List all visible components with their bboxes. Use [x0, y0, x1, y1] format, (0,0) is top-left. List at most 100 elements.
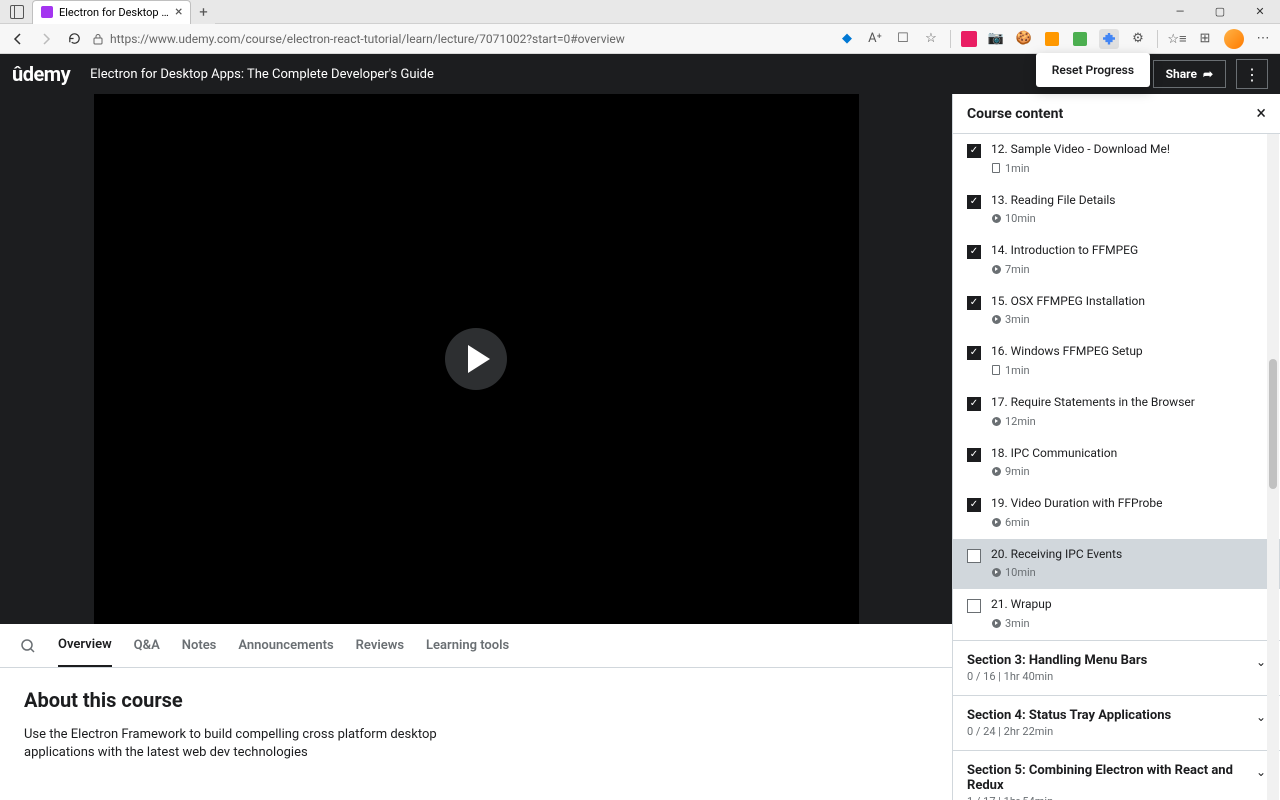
maximize-button[interactable]: ▢ — [1200, 0, 1240, 24]
tab-close-icon[interactable]: × — [175, 4, 182, 20]
refresh-button[interactable] — [64, 29, 84, 49]
lecture-checkbox[interactable] — [967, 599, 981, 613]
lecture-duration: 12min — [1005, 415, 1036, 428]
chevron-down-icon: ⌄ — [1256, 710, 1266, 724]
forward-button[interactable] — [36, 29, 56, 49]
lecture-item[interactable]: 16. Windows FFMPEG Setup 1min — [953, 336, 1280, 387]
sidebar-scrollbar[interactable] — [1267, 134, 1279, 800]
sidebar-toggle-icon[interactable] — [8, 3, 26, 21]
back-button[interactable] — [8, 29, 28, 49]
video-player[interactable] — [94, 94, 859, 624]
udemy-logo[interactable]: ûdemy — [12, 62, 70, 86]
lecture-checkbox[interactable] — [967, 296, 981, 310]
lecture-item[interactable]: 15. OSX FFMPEG Installation 3min — [953, 286, 1280, 337]
lecture-meta: 10min — [991, 566, 1266, 579]
chevron-down-icon: ⌄ — [1256, 655, 1266, 669]
lecture-item[interactable]: 18. IPC Communication9min — [953, 438, 1280, 489]
lecture-title: 19. Video Duration with FFProbe — [991, 496, 1266, 512]
lecture-title: 15. OSX FFMPEG Installation — [991, 294, 1266, 310]
video-icon — [991, 618, 1001, 628]
more-options-button[interactable]: ⋮ — [1236, 59, 1268, 89]
lecture-item[interactable]: 21. Wrapup3min — [953, 589, 1280, 640]
reset-progress-popup[interactable]: Reset Progress — [1036, 53, 1150, 87]
video-icon — [991, 416, 1001, 426]
lecture-item[interactable]: 12. Sample Video - Download Me!1min — [953, 134, 1280, 185]
section-title: Section 5: Combining Electron with React… — [967, 763, 1256, 793]
chevron-down-icon: ⌄ — [1256, 765, 1266, 779]
about-description: Use the Electron Framework to build comp… — [24, 726, 444, 762]
shopping-tag-icon[interactable]: ◆ — [838, 30, 856, 48]
browser-tab[interactable]: Electron for Desktop Apps: The C × — [32, 0, 191, 24]
extension-3-icon[interactable]: 🍪 — [1015, 30, 1033, 48]
favorites-bar-icon[interactable]: ☆≡ — [1168, 30, 1186, 48]
play-button[interactable] — [445, 328, 507, 390]
udemy-header: ûdemy Electron for Desktop Apps: The Com… — [0, 54, 1280, 94]
translate-icon[interactable]: ☐ — [894, 30, 912, 48]
lecture-duration: 3min — [1005, 313, 1030, 326]
extensions-button[interactable] — [1099, 29, 1119, 49]
video-icon — [991, 264, 1001, 274]
udemy-favicon-icon — [41, 6, 53, 18]
close-window-button[interactable]: ✕ — [1240, 0, 1280, 24]
tab-announcements[interactable]: Announcements — [238, 624, 333, 667]
lecture-duration: 1min — [1005, 162, 1030, 175]
lecture-item[interactable]: 13. Reading File Details10min — [953, 185, 1280, 236]
course-content-sidebar: Course content × 12. Sample Video - Down… — [952, 94, 1280, 800]
close-sidebar-button[interactable]: × — [1256, 103, 1266, 124]
tab-overview[interactable]: Overview — [58, 624, 112, 667]
extension-5-icon[interactable] — [1071, 30, 1089, 48]
more-menu-button[interactable]: ⋯ — [1254, 30, 1272, 48]
tab-reviews[interactable]: Reviews — [356, 624, 404, 667]
lecture-checkbox[interactable] — [967, 144, 981, 158]
section-header[interactable]: Section 3: Handling Menu Bars0 / 16 | 1h… — [953, 640, 1280, 695]
tab-q-a[interactable]: Q&A — [134, 624, 160, 667]
lecture-title: 17. Require Statements in the Browser — [991, 395, 1266, 411]
read-aloud-icon[interactable]: A⁺ — [866, 30, 884, 48]
lecture-checkbox[interactable] — [967, 498, 981, 512]
lecture-checkbox[interactable] — [967, 448, 981, 462]
lecture-title: 16. Windows FFMPEG Setup — [991, 344, 1266, 360]
extension-4-icon[interactable] — [1043, 30, 1061, 48]
share-button[interactable]: Share ➦ — [1153, 60, 1226, 88]
profile-avatar[interactable] — [1224, 29, 1244, 49]
sidebar-title: Course content — [967, 106, 1063, 122]
url-input[interactable]: https://www.udemy.com/course/electron-re… — [92, 32, 830, 46]
lecture-meta: 1min — [991, 364, 1266, 377]
tab-title: Electron for Desktop Apps: The C — [59, 6, 169, 19]
lecture-duration: 9min — [1005, 465, 1030, 478]
section-meta: 1 / 17 | 1hr 54min — [967, 795, 1256, 800]
lecture-item[interactable]: 19. Video Duration with FFProbe 6min — [953, 488, 1280, 539]
tab-notes[interactable]: Notes — [182, 624, 217, 667]
extension-2-icon[interactable]: 📷 — [987, 30, 1005, 48]
search-tab[interactable] — [20, 624, 36, 667]
lecture-title: 20. Receiving IPC Events — [991, 547, 1266, 563]
lecture-meta: 7min — [991, 263, 1266, 276]
scrollbar-thumb[interactable] — [1269, 359, 1277, 489]
lecture-item[interactable]: 14. Introduction to FFMPEG7min — [953, 235, 1280, 286]
lecture-checkbox[interactable] — [967, 549, 981, 563]
lecture-item[interactable]: 20. Receiving IPC Events 10min — [953, 539, 1280, 590]
course-title[interactable]: Electron for Desktop Apps: The Complete … — [90, 67, 434, 82]
video-icon — [991, 315, 1001, 325]
settings-gear-icon[interactable]: ⚙ — [1129, 30, 1147, 48]
lecture-checkbox[interactable] — [967, 397, 981, 411]
section-header[interactable]: Section 4: Status Tray Applications0 / 2… — [953, 695, 1280, 750]
share-arrow-icon: ➦ — [1203, 67, 1213, 81]
play-icon — [468, 345, 490, 373]
lecture-item[interactable]: 17. Require Statements in the Browser 12m… — [953, 387, 1280, 438]
lecture-checkbox[interactable] — [967, 195, 981, 209]
lecture-duration: 10min — [1005, 566, 1036, 579]
collections-icon[interactable]: ⊞ — [1196, 30, 1214, 48]
new-tab-button[interactable]: + — [191, 0, 215, 24]
lecture-meta: 6min — [991, 516, 1266, 529]
extension-1-icon[interactable] — [961, 31, 977, 47]
lecture-meta: 12min — [991, 415, 1266, 428]
section-header[interactable]: Section 5: Combining Electron with React… — [953, 750, 1280, 800]
minimize-button[interactable]: — — [1160, 0, 1200, 24]
favorite-icon[interactable]: ☆ — [922, 30, 940, 48]
lecture-meta: 3min — [991, 313, 1266, 326]
tab-learning-tools[interactable]: Learning tools — [426, 624, 509, 667]
lecture-meta: 10min — [991, 212, 1266, 225]
lecture-checkbox[interactable] — [967, 346, 981, 360]
lecture-checkbox[interactable] — [967, 245, 981, 259]
